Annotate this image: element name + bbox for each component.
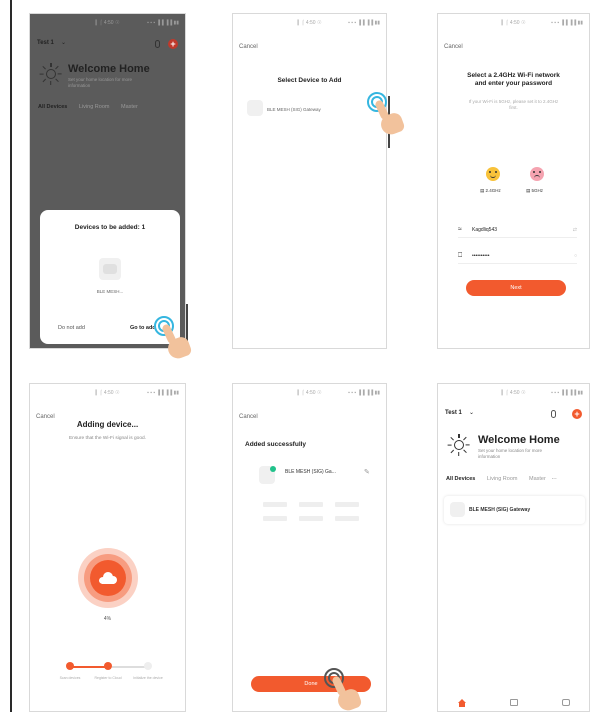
more-tabs-button[interactable]: ··· <box>551 476 557 482</box>
cancel-button[interactable]: Cancel <box>239 44 258 50</box>
chevron-down-icon: ⌄ <box>469 410 475 416</box>
room-chip[interactable] <box>335 516 359 521</box>
screen-adding-device: ▎⌠ 4:50 ☉ ▪ ▪ ▪ ▐▐ ▐▐ ▮▮ Cancel Adding d… <box>29 383 186 712</box>
progress-percent: 4% <box>103 616 112 622</box>
band-24ghz-label: ▤ 2.4GHz <box>480 188 501 193</box>
plus-icon[interactable]: + <box>572 409 582 419</box>
cloud-icon <box>99 572 117 584</box>
screen-select-device: ▎⌠ 4:50 ☉ ▪ ▪ ▪ ▐▐ ▐▐ ▮▮ Cancel Select D… <box>232 13 387 349</box>
status-bar: ▎⌠ 4:50 ☉ ▪ ▪ ▪ ▐▐ ▐▐ ▮▮ <box>501 390 583 396</box>
wifi-ssid-field[interactable]: ≈ Kagdliq543 ⇄ <box>458 224 577 238</box>
room-chip[interactable] <box>335 502 359 507</box>
bottom-navigation <box>438 693 589 711</box>
welcome-subtitle: Set your home location for more informat… <box>68 77 133 88</box>
device-thumbnail <box>247 100 263 116</box>
sun-icon <box>39 63 62 85</box>
wifi-password-field[interactable]: ⎕ •••••••••• ○ <box>458 250 577 264</box>
sad-face-icon <box>530 167 544 181</box>
step-connector <box>70 666 108 668</box>
edit-icon[interactable]: ✎ <box>364 468 370 476</box>
happy-face-icon <box>486 167 500 181</box>
screen-home-with-device: ▎⌠ 4:50 ☉ ▪ ▪ ▪ ▐▐ ▐▐ ▮▮ Test 1 ⌄ + Welc… <box>437 383 590 712</box>
status-bar: ▎⌠ 4:50 ☉ ▪ ▪ ▪ ▐▐ ▐▐ ▮▮ <box>95 20 179 26</box>
tab-living-room[interactable]: Living Room <box>79 104 110 110</box>
welcome-title: Welcome Home <box>68 63 150 75</box>
status-bar: ▎⌠ 4:50 ☉ ▪ ▪ ▪ ▐▐ ▐▐ ▮▮ <box>95 390 179 396</box>
tap-hand-icon <box>322 666 366 712</box>
sun-icon <box>447 434 470 456</box>
tab-master[interactable]: Master <box>121 104 138 110</box>
status-bar: ▎⌠ 4:50 ☉ ▪ ▪ ▪ ▐▐ ▐▐ ▮▮ <box>501 20 583 26</box>
page-title: Added successfully <box>245 441 307 448</box>
room-tabs: All Devices Living Room Master ··· <box>446 476 557 482</box>
scene-icon[interactable] <box>510 699 518 706</box>
tab-all-devices[interactable]: All Devices <box>446 476 475 482</box>
device-list-item[interactable]: BLE MESH (SIG) Gateway <box>267 107 321 112</box>
sheet-title: Devices to be added: 1 <box>74 224 146 231</box>
page-subtitle: Ensure that the Wi-Fi signal is good. <box>68 436 147 441</box>
home-header: Test 1 ⌄ + <box>445 409 582 420</box>
welcome-title: Welcome Home <box>478 434 560 446</box>
lock-icon: ⎕ <box>458 252 463 259</box>
step-label-3: Initialize the device <box>133 676 163 680</box>
mic-icon[interactable] <box>155 40 160 48</box>
home-selector[interactable]: Test 1 <box>37 40 54 46</box>
cancel-button[interactable]: Cancel <box>444 44 463 50</box>
cancel-button[interactable]: Cancel <box>239 414 258 420</box>
home-icon[interactable] <box>458 699 466 707</box>
status-bar: ▎⌠ 4:50 ☉ ▪ ▪ ▪ ▐▐ ▐▐ ▮▮ <box>297 20 380 26</box>
screen-added-successfully: ▎⌠ 4:50 ☉ ▪ ▪ ▪ ▐▐ ▐▐ ▮▮ Cancel Added su… <box>232 383 387 712</box>
success-check-icon <box>270 466 276 472</box>
tap-hand-icon <box>365 90 409 138</box>
home-selector[interactable]: Test 1 <box>445 410 462 416</box>
room-chip[interactable] <box>299 516 323 521</box>
page-divider-line <box>10 0 12 712</box>
screen-devices-to-add: ▎⌠ 4:50 ☉ ▪ ▪ ▪ ▐▐ ▐▐ ▮▮ Test 1 ⌄ + Welc… <box>29 13 186 349</box>
room-chip[interactable] <box>263 516 287 521</box>
step-label-2: Register to Cloud <box>94 676 122 680</box>
tap-hand-icon <box>152 314 196 362</box>
step-dot-1 <box>66 662 74 670</box>
step-dot-2 <box>104 662 112 670</box>
step-dot-3 <box>144 662 152 670</box>
step-label-1: Scan devices <box>59 676 81 680</box>
device-name: BLE MESH (SIG) Ga... <box>285 469 336 475</box>
room-chip[interactable] <box>263 502 287 507</box>
tab-all-devices[interactable]: All Devices <box>38 104 67 110</box>
device-card-name: BLE MESH (SIG) Gateway <box>469 507 531 513</box>
progress-pulse <box>78 548 138 608</box>
screen-wifi-setup: ▎⌠ 4:50 ☉ ▪ ▪ ▪ ▐▐ ▐▐ ▮▮ Cancel Select a… <box>437 13 590 349</box>
room-chip[interactable] <box>299 502 323 507</box>
device-name: BLE MESH... <box>96 289 124 294</box>
me-icon[interactable] <box>562 699 570 706</box>
home-header: Test 1 ⌄ + <box>37 39 178 50</box>
page-title: Select a 2.4GHz Wi-Fi network and enter … <box>467 72 560 87</box>
mic-icon[interactable] <box>551 410 556 418</box>
device-thumbnail <box>450 502 465 517</box>
plus-icon[interactable]: + <box>168 39 178 49</box>
device-thumbnail <box>99 258 121 280</box>
tab-master[interactable]: Master <box>529 476 546 482</box>
page-title: Select Device to Add <box>277 77 342 84</box>
tab-living-room[interactable]: Living Room <box>487 476 518 482</box>
next-button[interactable]: Next <box>466 280 566 296</box>
do-not-add-button[interactable]: Do not add <box>58 325 85 331</box>
status-bar: ▎⌠ 4:50 ☉ ▪ ▪ ▪ ▐▐ ▐▐ ▮▮ <box>297 390 380 396</box>
show-password-icon[interactable]: ○ <box>574 253 577 259</box>
welcome-subtitle: Set your home location for more informat… <box>478 448 543 459</box>
page-subtitle: If your Wi-Fi is 5GHz, please set it to … <box>468 99 559 110</box>
device-card[interactable]: BLE MESH (SIG) Gateway <box>444 496 585 524</box>
page-title: Adding device... <box>76 420 139 429</box>
room-tabs: All Devices Living Room Master <box>38 104 138 110</box>
band-5ghz-label: ▤ 5GHz <box>526 188 544 193</box>
chevron-down-icon: ⌄ <box>61 40 67 46</box>
wifi-icon: ≈ <box>458 226 462 233</box>
switch-network-icon[interactable]: ⇄ <box>573 227 577 233</box>
